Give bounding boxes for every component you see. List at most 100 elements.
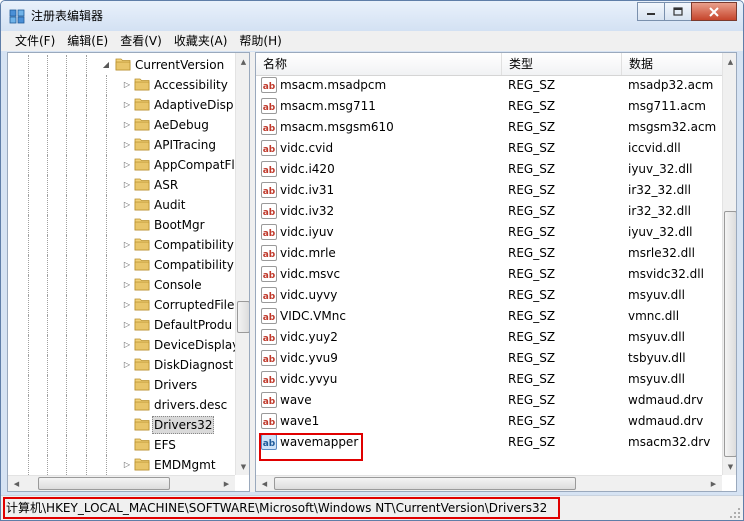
menu-file[interactable]: 文件(F) (9, 31, 61, 51)
tree-item-audit[interactable]: ▷ Audit (8, 195, 236, 215)
list-row-vidc-iv31[interactable]: ab vidc.iv31 REG_SZ ir32_32.dll (256, 180, 722, 201)
expand-arrow-icon[interactable]: ▷ (123, 141, 131, 149)
folder-icon (134, 317, 150, 331)
tree-item-drivers[interactable]: Drivers (8, 375, 236, 395)
expand-arrow-icon[interactable]: ▷ (123, 341, 131, 349)
list-row-msacm-msgsm610[interactable]: ab msacm.msgsm610 REG_SZ msgsm32.acm (256, 117, 722, 138)
menu-edit[interactable]: 编辑(E) (61, 31, 114, 51)
value-name: vidc.yvu9 (280, 351, 338, 365)
tree-guide-line (106, 355, 108, 375)
tree-guide-line (86, 95, 88, 115)
maximize-button[interactable] (664, 2, 692, 21)
value-list[interactable]: 名称 类型 数据 ab msacm.msadpcm REG_SZ msadp32.ac… (255, 52, 737, 492)
list-scroll-right-icon[interactable]: ▶ (705, 476, 722, 491)
list-vertical-scrollbar[interactable]: ▲ ▼ (722, 53, 736, 475)
tree-scroll-left-icon[interactable]: ◀ (8, 476, 25, 491)
list-row-vidc-mrle[interactable]: ab vidc.mrle REG_SZ msrle32.dll (256, 243, 722, 264)
tree-scroll-down-icon[interactable]: ▼ (236, 458, 249, 475)
collapse-arrow-icon[interactable]: ◢ (102, 61, 110, 69)
menu-help[interactable]: 帮助(H) (233, 31, 287, 51)
list-row-vidc-yvyu[interactable]: ab vidc.yvyu REG_SZ msyuv.dll (256, 369, 722, 390)
tree-scroll-up-icon[interactable]: ▲ (236, 53, 249, 70)
expand-arrow-icon[interactable]: ▷ (123, 201, 131, 209)
tree-item-emdmgmt[interactable]: ▷ EMDMgmt (8, 455, 236, 475)
column-data-header[interactable]: 数据 (622, 53, 722, 75)
column-type-header[interactable]: 类型 (502, 53, 622, 75)
svg-text:ab: ab (263, 103, 276, 113)
svg-text:ab: ab (263, 229, 276, 239)
tree-vertical-scrollbar[interactable]: ▲ ▼ (235, 53, 249, 475)
list-row-vidc-yuy2[interactable]: ab vidc.yuy2 REG_SZ msyuv.dll (256, 327, 722, 348)
registry-tree[interactable]: ◢ CurrentVersion ▷ Accessibility ▷ AdaptiveDi… (7, 52, 250, 492)
tree-item-drivers32[interactable]: Drivers32 (8, 415, 236, 435)
expand-arrow-icon[interactable]: ▷ (123, 121, 131, 129)
list-row-vidc-msvc[interactable]: ab vidc.msvc REG_SZ msvidc32.dll (256, 264, 722, 285)
minimize-button[interactable] (637, 2, 665, 21)
tree-guide-line (86, 155, 88, 175)
list-scroll-down-icon[interactable]: ▼ (723, 458, 736, 475)
list-scroll-left-icon[interactable]: ◀ (256, 476, 273, 491)
tree-item-accessibility[interactable]: ▷ Accessibility (8, 75, 236, 95)
expand-arrow-icon[interactable]: ▷ (123, 101, 131, 109)
expand-arrow-icon[interactable]: ▷ (123, 81, 131, 89)
tree-item-apitracing[interactable]: ▷ APITracing (8, 135, 236, 155)
menu-view[interactable]: 查看(V) (114, 31, 168, 51)
expand-arrow-icon[interactable]: ▷ (123, 461, 131, 469)
expand-arrow-icon[interactable]: ▷ (123, 281, 131, 289)
tree-item-corruptedfile[interactable]: ▷ CorruptedFile (8, 295, 236, 315)
svg-text:ab: ab (263, 145, 276, 155)
tree-hscroll-thumb[interactable] (38, 477, 170, 490)
expand-arrow-icon[interactable]: ▷ (123, 361, 131, 369)
value-data: vmnc.dll (628, 309, 680, 323)
column-name-header[interactable]: 名称 (256, 53, 502, 75)
value-type: REG_SZ (508, 183, 556, 197)
tree-horizontal-scrollbar[interactable]: ◀ ▶ (8, 475, 235, 491)
expand-arrow-icon[interactable]: ▷ (123, 261, 131, 269)
tree-guide-line (66, 455, 68, 475)
list-row-vidc-cvid[interactable]: ab vidc.cvid REG_SZ iccvid.dll (256, 138, 722, 159)
tree-scroll-thumb[interactable] (237, 301, 249, 333)
tree-item-aedebug[interactable]: ▷ AeDebug (8, 115, 236, 135)
tree-item-drivers-desc[interactable]: drivers.desc (8, 395, 236, 415)
tree-item-efs[interactable]: EFS (8, 435, 236, 455)
list-row-vidc-i420[interactable]: ab vidc.i420 REG_SZ iyuv_32.dll (256, 159, 722, 180)
list-row-wave[interactable]: ab wave REG_SZ wdmaud.drv (256, 390, 722, 411)
expand-arrow-icon[interactable]: ▷ (123, 301, 131, 309)
list-horizontal-scrollbar[interactable]: ◀ ▶ (256, 475, 722, 491)
list-row-wave1[interactable]: ab wave1 REG_SZ wdmaud.drv (256, 411, 722, 432)
tree-item-compatibility[interactable]: ▷ Compatibility (8, 255, 236, 275)
list-scroll-thumb[interactable] (724, 211, 736, 457)
list-row-vidc-vmnc[interactable]: ab VIDC.VMnc REG_SZ vmnc.dll (256, 306, 722, 327)
tree-item-compatibility[interactable]: ▷ Compatibility (8, 235, 236, 255)
list-row-vidc-uyvy[interactable]: ab vidc.uyvy REG_SZ msyuv.dll (256, 285, 722, 306)
tree-scroll-right-icon[interactable]: ▶ (218, 476, 235, 491)
close-button[interactable] (691, 2, 737, 21)
tree-item-devicedisplay[interactable]: ▷ DeviceDisplay (8, 335, 236, 355)
title-bar[interactable]: 注册表编辑器 (1, 1, 743, 31)
expand-arrow-icon[interactable]: ▷ (123, 161, 131, 169)
tree-item-diskdiagnost[interactable]: ▷ DiskDiagnost (8, 355, 236, 375)
svg-text:ab: ab (263, 124, 276, 134)
list-row-msacm-msadpcm[interactable]: ab msacm.msadpcm REG_SZ msadp32.acm (256, 75, 722, 96)
expand-arrow-icon[interactable]: ▷ (123, 321, 131, 329)
list-hscroll-thumb[interactable] (274, 477, 576, 490)
tree-guide-line (28, 115, 30, 135)
tree-guide-line (86, 215, 88, 235)
tree-item-defaultprodu[interactable]: ▷ DefaultProdu (8, 315, 236, 335)
tree-guide-line (66, 115, 68, 135)
tree-item-bootmgr[interactable]: BootMgr (8, 215, 236, 235)
tree-item-adaptivedisp[interactable]: ▷ AdaptiveDisp (8, 95, 236, 115)
tree-item-appcompatfl[interactable]: ▷ AppCompatFl (8, 155, 236, 175)
list-scroll-up-icon[interactable]: ▲ (723, 53, 736, 70)
tree-item-asr[interactable]: ▷ ASR (8, 175, 236, 195)
list-row-msacm-msg711[interactable]: ab msacm.msg711 REG_SZ msg711.acm (256, 96, 722, 117)
menu-favorites[interactable]: 收藏夹(A) (168, 31, 234, 51)
list-row-vidc-iyuv[interactable]: ab vidc.iyuv REG_SZ iyuv_32.dll (256, 222, 722, 243)
expand-arrow-icon[interactable]: ▷ (123, 241, 131, 249)
list-row-vidc-iv32[interactable]: ab vidc.iv32 REG_SZ ir32_32.dll (256, 201, 722, 222)
resize-grip-icon[interactable] (729, 507, 741, 519)
expand-arrow-icon[interactable]: ▷ (123, 181, 131, 189)
tree-item-console[interactable]: ▷ Console (8, 275, 236, 295)
tree-item-currentversion[interactable]: ◢ CurrentVersion (8, 55, 236, 75)
list-row-vidc-yvu9[interactable]: ab vidc.yvu9 REG_SZ tsbyuv.dll (256, 348, 722, 369)
